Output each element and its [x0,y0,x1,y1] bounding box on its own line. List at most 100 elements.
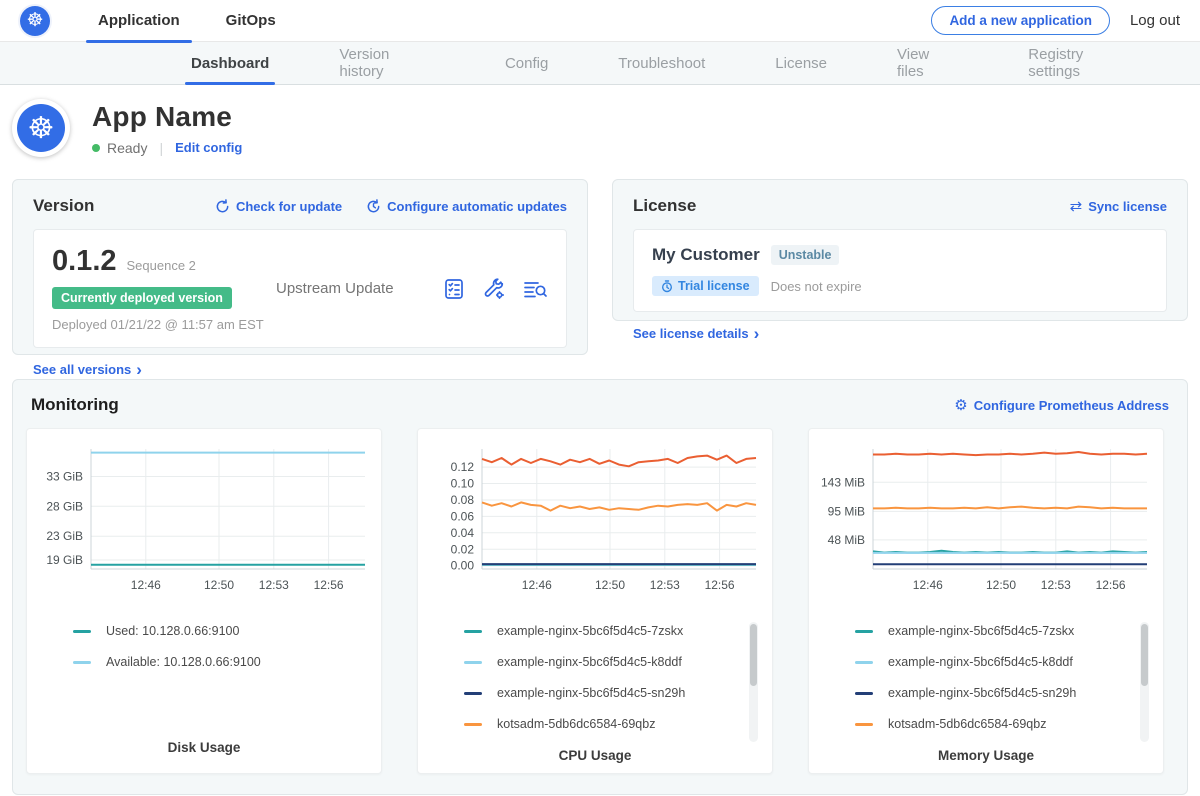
release-notes-icon[interactable] [442,277,466,301]
legend-label: example-nginx-5bc6f5d4c5-k8ddf [497,655,682,669]
license-panel: License ⇄ Sync license My Customer Unsta… [612,179,1188,321]
svg-text:0.12: 0.12 [451,460,475,474]
svg-text:12:50: 12:50 [204,578,234,592]
legend-label: Used: 10.128.0.66:9100 [106,624,239,638]
svg-text:143 MiB: 143 MiB [821,475,865,489]
legend-scrollbar-thumb[interactable] [1141,624,1148,686]
legend-scrollbar [1140,622,1149,742]
svg-text:95 MiB: 95 MiB [828,504,865,518]
svg-text:0.00: 0.00 [451,559,475,573]
deployed-badge: Currently deployed version [52,287,232,309]
ready-status-dot [92,144,100,152]
tab-config[interactable]: Config [499,42,554,84]
tab-application[interactable]: Application [86,0,192,42]
chevron-right-icon: › [754,325,760,342]
memory-usage-chart: 48 MiB95 MiB143 MiB12:4612:5012:5312:56 [821,441,1151,600]
config-wrench-icon[interactable] [482,277,506,301]
customer-name: My Customer [652,245,760,265]
tab-version-history[interactable]: Version history [333,42,441,84]
svg-text:19 GiB: 19 GiB [46,553,83,567]
cpu-usage-chart-card: 0.000.020.040.060.080.100.1212:4612:5012… [417,428,773,774]
chevron-right-icon: › [136,361,142,378]
svg-text:12:50: 12:50 [986,578,1016,592]
legend-label: example-nginx-5bc6f5d4c5-sn29h [888,686,1076,700]
disk-usage-chart: 19 GiB23 GiB28 GiB33 GiB12:4612:5012:531… [39,441,369,600]
deployed-timestamp: Deployed 01/21/22 @ 11:57 am EST [52,317,264,332]
legend-item: Used: 10.128.0.66:9100 [73,624,343,638]
channel-badge: Unstable [771,245,840,265]
legend-item: kotsadm-5db6dc6584-69qbz [855,717,1125,731]
version-panel-title: Version [33,196,191,216]
see-license-details-link[interactable]: See license details › [633,325,759,342]
tab-dashboard[interactable]: Dashboard [185,42,275,84]
app-avatar: ☸ [12,99,70,157]
svg-text:23 GiB: 23 GiB [46,529,83,543]
legend-label: kotsadm-5db6dc6584-69qbz [497,717,655,731]
tab-license[interactable]: License [769,42,833,84]
legend-label: kotsadm-5db6dc6584-69qbz [888,717,1046,731]
tab-troubleshoot[interactable]: Troubleshoot [612,42,711,84]
svg-text:12:46: 12:46 [522,578,552,592]
legend-swatch [73,661,91,664]
sync-license-button[interactable]: ⇄ Sync license [1070,197,1167,215]
status-text: Ready [107,140,147,156]
license-panel-title: License [633,196,1046,216]
svg-text:0.02: 0.02 [451,542,475,556]
page-title: App Name [92,101,242,133]
refresh-icon [215,199,230,214]
svg-text:0.04: 0.04 [451,526,475,540]
kubernetes-logo-icon[interactable]: ☸ [20,6,50,36]
legend-item: example-nginx-5bc6f5d4c5-k8ddf [464,655,734,669]
tab-gitops[interactable]: GitOps [214,0,288,42]
svg-text:12:56: 12:56 [705,578,735,592]
diff-view-icon[interactable] [522,277,548,301]
kubernetes-app-icon: ☸ [17,104,65,152]
configure-automatic-updates-button[interactable]: Configure automatic updates [366,199,567,214]
check-for-update-button[interactable]: Check for update [215,199,342,214]
edit-config-link[interactable]: Edit config [175,140,242,155]
legend-swatch [464,630,482,633]
version-panel: Version Check for update Configure autom… [12,179,588,355]
legend-swatch [855,692,873,695]
disk-usage-legend: Used: 10.128.0.66:9100Available: 10.128.… [73,624,343,669]
legend-label: example-nginx-5bc6f5d4c5-k8ddf [888,655,1073,669]
divider: | [159,140,163,156]
chart-title: Memory Usage [821,748,1151,767]
svg-text:12:56: 12:56 [1096,578,1126,592]
tab-registry-settings[interactable]: Registry settings [1022,42,1142,84]
top-nav: ☸ Application GitOps Add a new applicati… [0,0,1200,42]
legend-item: example-nginx-5bc6f5d4c5-7zskx [855,624,1125,638]
gear-icon: ⚙ [954,396,967,414]
legend-item: example-nginx-5bc6f5d4c5-7zskx [464,624,734,638]
svg-text:33 GiB: 33 GiB [46,470,83,484]
logout-button[interactable]: Log out [1130,12,1180,29]
legend-swatch [855,723,873,726]
cpu-usage-chart: 0.000.020.040.060.080.100.1212:4612:5012… [430,441,760,600]
configure-prometheus-link[interactable]: ⚙ Configure Prometheus Address [954,396,1169,414]
disk-usage-chart-card: 19 GiB23 GiB28 GiB33 GiB12:4612:5012:531… [26,428,382,774]
legend-swatch [464,692,482,695]
svg-text:0.08: 0.08 [451,493,475,507]
svg-text:12:46: 12:46 [131,578,161,592]
legend-item: example-nginx-5bc6f5d4c5-k8ddf [855,655,1125,669]
see-all-versions-link[interactable]: See all versions › [33,361,142,378]
monitoring-title: Monitoring [31,395,954,415]
svg-text:48 MiB: 48 MiB [828,533,865,547]
sync-arrows-icon: ⇄ [1070,197,1083,215]
svg-text:12:46: 12:46 [913,578,943,592]
svg-text:12:50: 12:50 [595,578,625,592]
chart-title: CPU Usage [430,748,760,767]
current-version-card: 0.1.2 Sequence 2 Currently deployed vers… [33,229,567,348]
version-source-label: Upstream Update [264,280,442,297]
svg-text:28 GiB: 28 GiB [46,499,83,513]
license-expiry: Does not expire [771,279,862,294]
legend-swatch [464,661,482,664]
legend-item: example-nginx-5bc6f5d4c5-sn29h [855,686,1125,700]
add-application-button[interactable]: Add a new application [931,6,1110,35]
trial-license-badge: Trial license [652,276,759,296]
legend-item: kotsadm-5db6dc6584-69qbz [464,717,734,731]
app-header: ☸ App Name Ready | Edit config [0,85,1200,173]
svg-text:0.10: 0.10 [451,477,475,491]
legend-scrollbar-thumb[interactable] [750,624,757,686]
tab-view-files[interactable]: View files [891,42,964,84]
